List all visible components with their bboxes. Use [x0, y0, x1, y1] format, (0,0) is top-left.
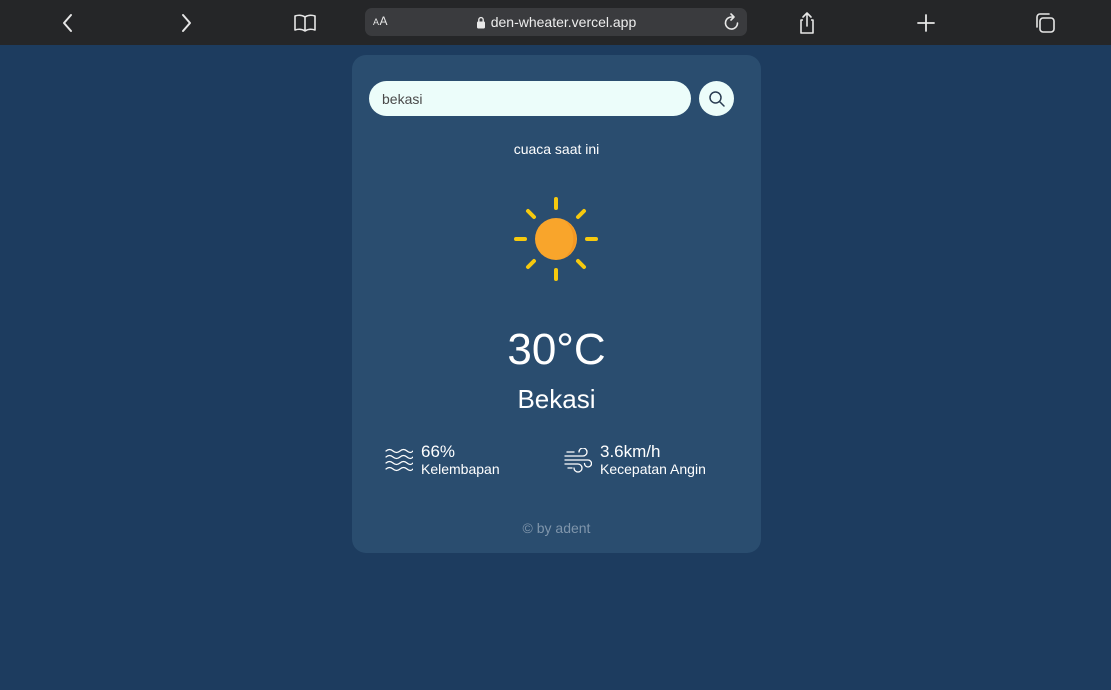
bookmarks-button[interactable] [290, 8, 320, 38]
reload-icon [724, 13, 739, 30]
chevron-right-icon [182, 14, 191, 32]
url-text: den-wheater.vercel.app [490, 14, 637, 30]
new-tab-button[interactable] [911, 8, 941, 38]
tabs-overview-button[interactable] [1030, 8, 1060, 38]
wind-block: 3.6km/h Kecepatan Angin [564, 443, 706, 478]
reload-button[interactable] [723, 12, 741, 35]
browser-toolbar: AA den-wheater.vercel.app [0, 0, 1111, 45]
share-icon [800, 12, 814, 34]
temperature: 30°C [507, 325, 606, 374]
wind-speed-value: 3.6km/h [600, 442, 661, 461]
chevron-left-icon [63, 14, 72, 32]
sun-icon [514, 197, 598, 281]
wind-speed-label: Kecepatan Angin [600, 461, 706, 477]
back-button[interactable] [53, 8, 83, 38]
footer-credit: © by adent [522, 520, 591, 536]
search-input[interactable] [369, 81, 691, 116]
weather-card: cuaca saat ini 30°C Bekasi 66% [352, 55, 761, 553]
plus-icon [917, 14, 935, 32]
tabs-icon [1036, 13, 1055, 33]
search-button[interactable] [699, 81, 734, 116]
wind-icon [564, 447, 592, 473]
share-button[interactable] [792, 8, 822, 38]
search-icon [708, 90, 725, 107]
humidity-label: Kelembapan [421, 461, 500, 477]
humidity-waves-icon [385, 448, 413, 471]
forward-button[interactable] [171, 8, 201, 38]
humidity-block: 66% Kelembapan [385, 443, 500, 478]
book-icon [294, 14, 316, 32]
current-weather-heading: cuaca saat ini [513, 141, 600, 157]
address-bar[interactable]: AA den-wheater.vercel.app [365, 8, 747, 36]
city-name: Bekasi [517, 384, 596, 414]
humidity-value: 66% [421, 442, 456, 461]
lock-icon [476, 16, 485, 28]
